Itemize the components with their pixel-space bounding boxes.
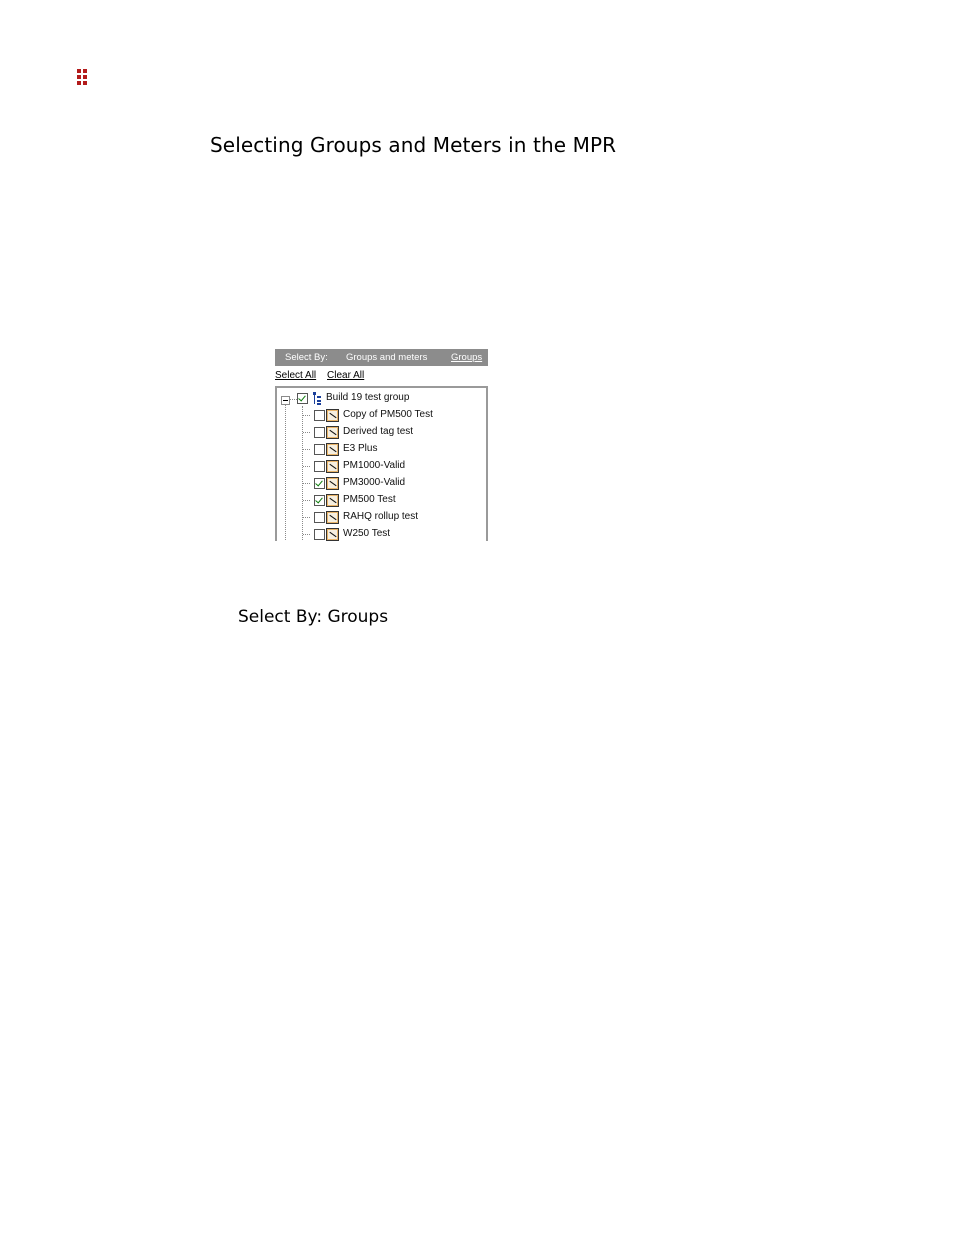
tree-guide-line (303, 432, 310, 433)
select-by-label: Select By: (285, 352, 328, 363)
tree-guide-line (303, 534, 310, 535)
clear-all-link[interactable]: Clear All (327, 370, 364, 381)
select-by-option-groups-and-meters[interactable]: Groups and meters (346, 352, 427, 363)
tree-meter-row[interactable]: PM1000-Valid (277, 458, 482, 475)
tree-guide-line (303, 466, 310, 467)
logo-icon (77, 69, 89, 85)
select-all-link[interactable]: Select All (275, 370, 316, 381)
group-meter-tree: Build 19 test group Copy of PM500 Test D… (275, 386, 488, 541)
meter-icon (326, 477, 339, 490)
meter-icon (326, 494, 339, 507)
section-subheading: Select By: Groups (238, 607, 389, 627)
meter-checkbox[interactable] (314, 495, 325, 506)
meter-checkbox[interactable] (314, 427, 325, 438)
meter-label: PM500 Test (343, 494, 396, 505)
page-title: Selecting Groups and Meters in the MPR (210, 133, 617, 157)
meter-label: Copy of PM500 Test (343, 409, 433, 420)
meter-label: PM3000-Valid (343, 477, 406, 488)
tree-guide-line (303, 415, 310, 416)
meter-checkbox[interactable] (314, 461, 325, 472)
tree-meter-row[interactable]: E3 Plus (277, 441, 482, 458)
group-checkbox[interactable] (297, 393, 308, 404)
tree-meter-row[interactable]: PM500 Test (277, 492, 482, 509)
tree-group-row[interactable]: Build 19 test group (277, 390, 482, 407)
select-by-bar: Select By: Groups and meters Groups (275, 349, 488, 366)
meter-icon (326, 460, 339, 473)
tree-guide-line (303, 500, 310, 501)
meter-label: RAHQ rollup test (343, 511, 419, 522)
tree-meter-row[interactable]: RAHQ rollup test (277, 509, 482, 526)
meter-label: PM1000-Valid (343, 460, 406, 471)
meter-icon (326, 409, 339, 422)
meter-label: E3 Plus (343, 443, 378, 454)
meter-checkbox[interactable] (314, 444, 325, 455)
tree-guide-line (303, 449, 310, 450)
meter-checkbox[interactable] (314, 478, 325, 489)
meter-icon (326, 511, 339, 524)
selection-widget-screenshot: Select By: Groups and meters Groups Sele… (275, 349, 488, 541)
tree-meter-row[interactable]: W250 Test (277, 526, 482, 541)
meter-label: Derived tag test (343, 426, 414, 437)
group-tree-icon (313, 392, 322, 405)
group-label: Build 19 test group (326, 392, 410, 403)
select-by-option-groups[interactable]: Groups (451, 352, 482, 363)
meter-icon (326, 426, 339, 439)
tree-guide-line (303, 483, 310, 484)
meter-checkbox[interactable] (314, 512, 325, 523)
meter-icon (326, 443, 339, 456)
tree-meter-row[interactable]: Copy of PM500 Test (277, 407, 482, 424)
meter-checkbox[interactable] (314, 529, 325, 540)
tree-meter-row[interactable]: PM3000-Valid (277, 475, 482, 492)
meter-label: W250 Test (343, 528, 391, 539)
tree-guide-line (303, 517, 310, 518)
meter-checkbox[interactable] (314, 410, 325, 421)
tree-meter-row[interactable]: Derived tag test (277, 424, 482, 441)
meter-icon (326, 528, 339, 541)
